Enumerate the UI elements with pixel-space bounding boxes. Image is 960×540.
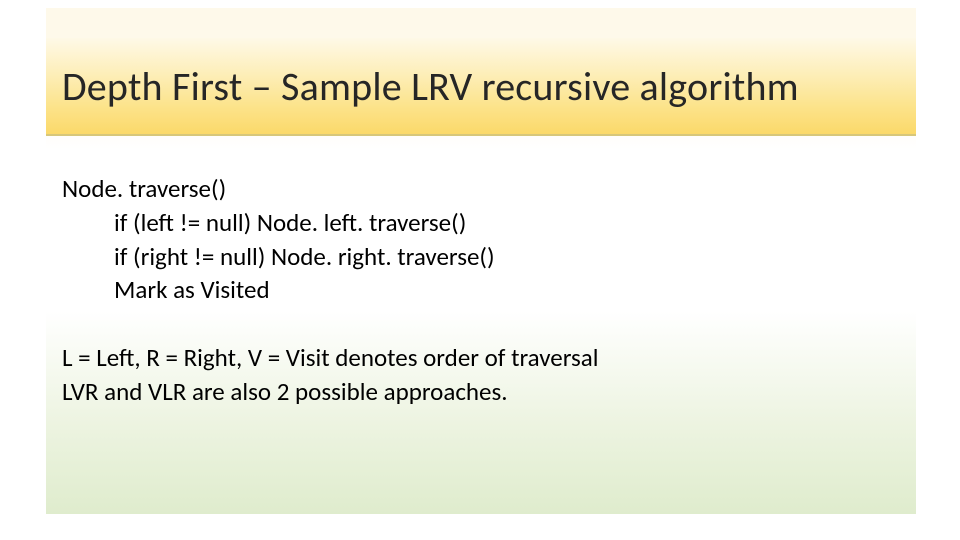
code-line-4: Mark as Visited [62, 273, 896, 307]
title-band: Depth First – Sample LRV recursive algor… [46, 38, 916, 136]
slide: Depth First – Sample LRV recursive algor… [46, 8, 916, 514]
spacer [62, 307, 896, 341]
code-line-1: Node. traverse() [62, 172, 896, 206]
slide-body: Node. traverse() if (left != null) Node.… [62, 172, 896, 409]
notes-line-1: L = Left, R = Right, V = Visit denotes o… [62, 341, 896, 375]
code-line-3: if (right != null) Node. right. traverse… [62, 240, 896, 274]
notes-line-2: LVR and VLR are also 2 possible approach… [62, 375, 896, 409]
slide-title: Depth First – Sample LRV recursive algor… [62, 62, 799, 111]
code-line-2: if (left != null) Node. left. traverse() [62, 206, 896, 240]
